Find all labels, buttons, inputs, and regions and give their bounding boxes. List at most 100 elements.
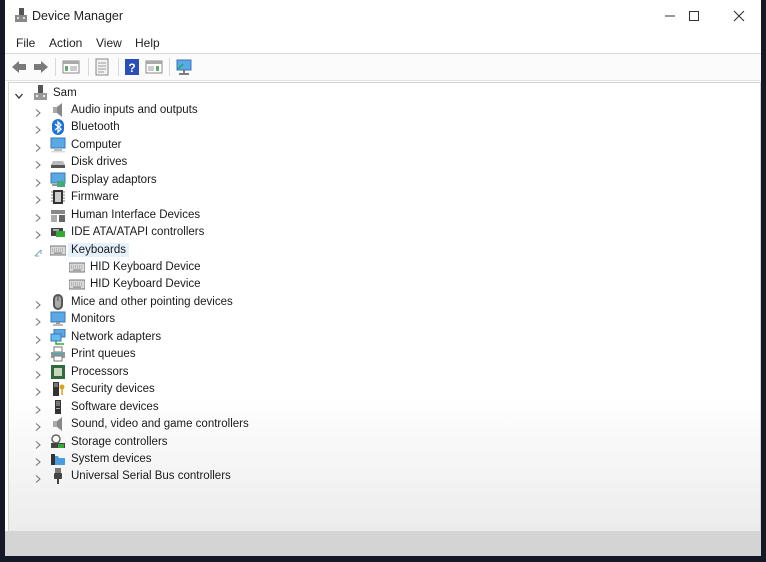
sound-controller-icon	[53, 417, 62, 432]
tree-root-node[interactable]: Sam	[32, 84, 77, 101]
tree-category-security-devices[interactable]: Security devices	[50, 381, 155, 398]
chevron-right-icon[interactable]	[33, 474, 43, 484]
menu-view[interactable]: View	[96, 36, 122, 50]
chevron-right-icon[interactable]	[33, 387, 43, 397]
keyboard-icon	[69, 262, 85, 273]
tree-category-storage-controllers[interactable]: Storage controllers	[50, 433, 168, 450]
chevron-right-icon[interactable]	[33, 300, 43, 310]
category-label: Print queues	[71, 348, 136, 361]
category-label: Sound, video and game controllers	[71, 418, 249, 431]
usb-icon	[54, 468, 62, 485]
chevron-right-icon[interactable]	[33, 440, 43, 450]
help-icon[interactable]: ?	[123, 58, 141, 76]
storage-controller-icon	[51, 433, 65, 448]
tree-category-keyboards[interactable]: Keyboards	[50, 241, 129, 258]
chevron-right-icon[interactable]	[33, 230, 43, 240]
menu-action[interactable]: Action	[49, 36, 82, 50]
chevron-right-icon[interactable]	[33, 422, 43, 432]
properties-icon[interactable]	[93, 58, 111, 76]
category-label: Audio inputs and outputs	[71, 103, 198, 116]
toolbar: ?	[5, 54, 761, 81]
tree-category-software-devices[interactable]: Software devices	[50, 398, 159, 415]
tree-category-network-adapters[interactable]: Network adapters	[50, 328, 161, 345]
toolbar-separator	[118, 58, 119, 76]
menu-help[interactable]: Help	[135, 36, 160, 50]
category-label: Security devices	[71, 383, 155, 396]
tree-category-monitors[interactable]: Monitors	[50, 311, 115, 328]
category-label: System devices	[71, 452, 152, 465]
tree-category-print-queues[interactable]: Print queues	[50, 346, 136, 363]
action-pane-icon[interactable]	[145, 58, 163, 76]
category-label: Display adaptors	[71, 173, 157, 186]
close-button[interactable]	[716, 0, 761, 32]
back-arrow-icon[interactable]	[10, 58, 28, 76]
maximize-icon	[689, 11, 699, 21]
security-device-icon	[53, 382, 65, 397]
display-adapter-icon	[50, 172, 66, 187]
speaker-icon	[53, 102, 62, 117]
chevron-right-icon[interactable]	[33, 143, 43, 153]
tree-category-processors[interactable]: Processors	[50, 363, 129, 380]
computer-root-icon	[34, 84, 47, 100]
tree-category-sound-video-and-game-controllers[interactable]: Sound, video and game controllers	[50, 416, 249, 433]
device-manager-app-icon	[15, 8, 27, 22]
chevron-right-icon[interactable]	[33, 370, 43, 380]
tree-device-item[interactable]: HID Keyboard Device	[69, 276, 201, 293]
device-label: HID Keyboard Device	[90, 261, 201, 273]
chevron-right-icon[interactable]	[33, 213, 43, 223]
tree-category-disk-drives[interactable]: Disk drives	[50, 154, 127, 171]
forward-arrow-icon[interactable]	[32, 58, 50, 76]
category-label: Keyboards	[68, 242, 129, 257]
category-label: Firmware	[71, 191, 119, 204]
window-title: Device Manager	[32, 9, 124, 23]
category-label: Mice and other pointing devices	[71, 295, 233, 308]
svg-text:?: ?	[128, 61, 135, 75]
toolbar-separator	[88, 58, 89, 76]
network-adapter-icon	[50, 328, 66, 345]
chevron-right-icon[interactable]	[33, 317, 43, 327]
firmware-icon	[51, 190, 65, 205]
close-icon	[733, 10, 745, 22]
hid-icon	[51, 209, 65, 222]
chevron-right-icon[interactable]	[33, 352, 43, 362]
chevron-down-icon[interactable]	[14, 91, 24, 101]
chevron-right-icon[interactable]	[33, 178, 43, 188]
menu-bar: File Action View Help	[5, 32, 761, 54]
chevron-right-icon[interactable]	[33, 457, 43, 467]
maximize-button[interactable]	[671, 0, 717, 32]
chevron-right-icon[interactable]	[33, 195, 43, 205]
chevron-expanded-icon[interactable]	[33, 248, 43, 258]
tree-device-item[interactable]: HID Keyboard Device	[69, 259, 201, 276]
chevron-right-icon[interactable]	[33, 160, 43, 170]
tree-category-bluetooth[interactable]: Bluetooth	[50, 119, 120, 136]
console-tree-icon[interactable]	[62, 58, 80, 76]
toolbar-separator	[169, 58, 170, 76]
software-device-icon	[55, 399, 61, 414]
category-label: Software devices	[71, 400, 159, 413]
chevron-right-icon[interactable]	[33, 125, 43, 135]
menu-file[interactable]: File	[16, 36, 35, 50]
chevron-right-icon[interactable]	[33, 335, 43, 345]
chevron-right-icon[interactable]	[33, 108, 43, 118]
tree-category-audio-inputs-and-outputs[interactable]: Audio inputs and outputs	[50, 101, 198, 118]
tree-root-label: Sam	[53, 86, 77, 99]
scan-hardware-icon[interactable]	[175, 58, 193, 76]
category-label: Network adapters	[71, 330, 162, 343]
tree-category-ide-ata-atapi-controllers[interactable]: IDE ATA/ATAPI controllers	[50, 224, 204, 241]
tree-category-computer[interactable]: Computer	[50, 136, 122, 153]
tree-category-human-interface-devices[interactable]: Human Interface Devices	[50, 206, 200, 223]
tree-category-mice-and-other-pointing-devices[interactable]: Mice and other pointing devices	[50, 293, 233, 310]
tree-category-display-adaptors[interactable]: Display adaptors	[50, 171, 157, 188]
mouse-icon	[53, 293, 63, 310]
chevron-right-icon[interactable]	[33, 405, 43, 415]
keyboard-icon	[50, 245, 66, 256]
tree-category-system-devices[interactable]: System devices	[50, 450, 152, 467]
category-label: Computer	[71, 138, 122, 151]
ide-controller-icon	[51, 228, 65, 238]
title-bar: Device Manager	[5, 0, 761, 32]
device-label: HID Keyboard Device	[90, 278, 201, 291]
tree-category-firmware[interactable]: Firmware	[50, 189, 119, 206]
printer-icon	[51, 346, 65, 362]
monitor-icon	[50, 311, 66, 327]
tree-category-universal-serial-bus-controllers[interactable]: Universal Serial Bus controllers	[50, 468, 231, 485]
